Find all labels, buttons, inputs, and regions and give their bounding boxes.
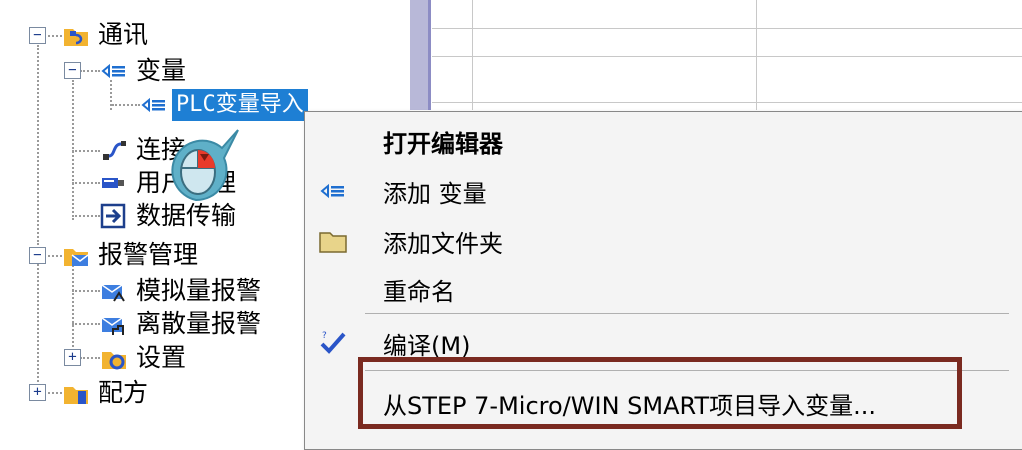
folder-network-icon xyxy=(62,21,90,49)
svg-text:?: ? xyxy=(322,331,327,341)
menu-item-rename[interactable]: 重命名 xyxy=(305,264,1022,314)
tree-item-settings[interactable]: 设置 xyxy=(100,341,190,375)
collapse-toggle[interactable]: − xyxy=(29,27,46,44)
compile-check-icon: ? xyxy=(305,318,361,368)
highlight-frame xyxy=(358,357,962,429)
user-icon xyxy=(100,169,128,197)
mouse-right-click-icon xyxy=(160,128,240,208)
folder-settings-icon xyxy=(100,344,128,372)
variable-tag-icon xyxy=(305,166,361,216)
menu-item-add-variable[interactable]: 添加 变量 xyxy=(305,166,1022,216)
grid-row-header xyxy=(410,0,431,110)
folder-recipe-icon xyxy=(62,379,90,407)
tree-connector xyxy=(37,260,39,398)
analog-alarm-icon xyxy=(100,277,128,305)
menu-item-add-folder[interactable]: 添加文件夹 xyxy=(305,216,1022,266)
connection-icon xyxy=(100,136,128,164)
menu-item-open-editor[interactable]: 打开编辑器 xyxy=(305,116,1022,166)
tree-item-discrete-alarm[interactable]: 离散量报警 xyxy=(100,307,265,341)
variable-tag-icon xyxy=(100,57,128,85)
menu-separator xyxy=(365,313,1009,314)
tree-item-recipes[interactable]: 配方 xyxy=(62,376,152,410)
folder-alarm-icon xyxy=(62,241,90,269)
data-transfer-icon xyxy=(100,202,128,230)
tree-item-analog-alarm[interactable]: 模拟量报警 xyxy=(100,274,265,308)
tree-connector xyxy=(37,45,39,245)
tree-connector xyxy=(72,262,74,362)
discrete-alarm-icon xyxy=(100,310,128,338)
collapse-toggle[interactable]: − xyxy=(64,62,81,79)
tree-item-communication[interactable]: 通讯 xyxy=(62,18,152,52)
tree-item-plc-variable-import[interactable]: PLC变量导入 xyxy=(140,88,308,122)
variable-tag-icon xyxy=(140,91,168,119)
tree-item-alarm-management[interactable]: 报警管理 xyxy=(62,238,202,272)
folder-icon xyxy=(305,216,361,266)
expand-toggle[interactable]: + xyxy=(29,384,46,401)
expand-toggle[interactable]: + xyxy=(64,349,81,366)
tree-item-variables[interactable]: 变量 xyxy=(100,54,190,88)
collapse-toggle[interactable]: − xyxy=(29,247,46,264)
editor-grid xyxy=(410,0,1022,110)
